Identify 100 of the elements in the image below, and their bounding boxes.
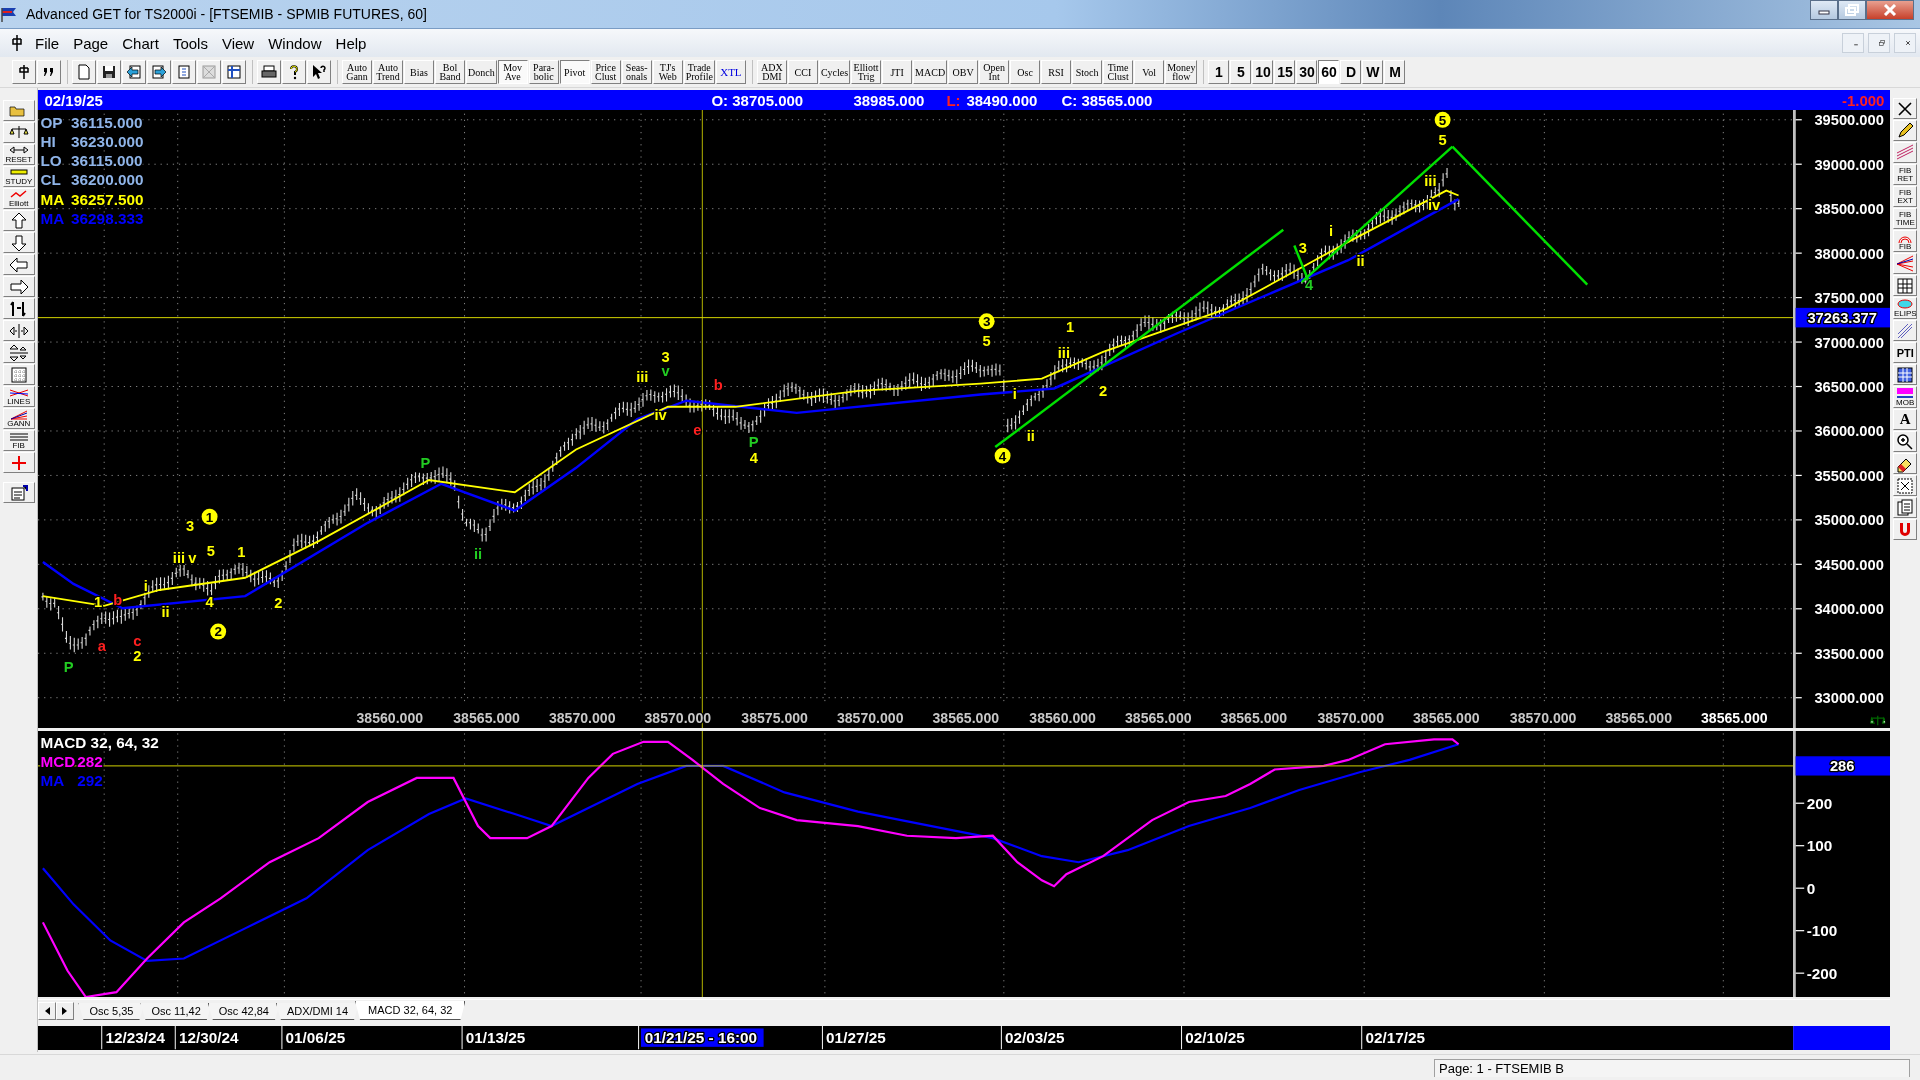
wave-label: i — [144, 578, 149, 595]
date-label: 02/10/25 — [1185, 1029, 1246, 1047]
text-button[interactable]: A — [1893, 409, 1918, 430]
indicator-button[interactable]: Pivot — [559, 60, 590, 84]
fib-arc-button[interactable]: FIB — [1893, 230, 1918, 252]
legend-label: MA — [40, 772, 65, 789]
date-label: 01/21/25 - 16:00 — [641, 1028, 765, 1047]
indicator-button[interactable]: Bol Band — [435, 60, 465, 84]
price-tick-label: 36000.000 — [1814, 423, 1885, 440]
wave-label: c — [133, 633, 142, 650]
pti-button[interactable]: PTI — [1893, 342, 1918, 363]
wave-label: e — [693, 421, 702, 438]
interval-button[interactable]: 60 — [1318, 60, 1340, 84]
menu-item[interactable]: View — [214, 32, 262, 54]
indicator-button[interactable]: Para- bolic — [528, 60, 559, 84]
study-button[interactable]: STUDY — [2, 166, 35, 187]
indicator-button[interactable]: Seas- onals — [621, 60, 652, 84]
study-button[interactable]: JTI — [882, 60, 913, 84]
indicator-title: MACD 32, 64, 32 — [40, 734, 160, 751]
fib-time-button[interactable]: FIB TIME — [1893, 208, 1918, 229]
indicator-button[interactable]: Mov Ave — [497, 60, 528, 84]
indicator-tab[interactable]: Osc 42,84 — [207, 1003, 280, 1020]
indicator-button[interactable]: Donch — [466, 60, 497, 84]
indicator-tab[interactable]: ADX/DMI 14 — [275, 1003, 360, 1020]
interval-button[interactable]: D — [1340, 60, 1362, 84]
study-button[interactable]: Stoch — [1072, 60, 1103, 84]
legend-value: 292 — [77, 772, 104, 789]
interval-button[interactable]: M — [1384, 60, 1406, 84]
window-title: Advanced GET for TS2000i - [FTSEMIB - SPMIB FUTURES, 60] — [26, 6, 427, 22]
indicator-button[interactable]: Auto Gann — [342, 60, 372, 84]
study-button[interactable]: Cycles — [818, 60, 851, 84]
indicator-tab[interactable]: Osc 11,42 — [140, 1003, 212, 1020]
study-button[interactable]: Osc — [1010, 60, 1041, 84]
indicator-button[interactable]: TJ's Web — [652, 60, 683, 84]
date-label: 02/03/25 — [1005, 1029, 1066, 1047]
interval-button[interactable]: 1 — [1208, 60, 1230, 84]
indicator-tick-label: 200 — [1807, 794, 1833, 812]
lines-button[interactable]: LINES — [2, 386, 35, 407]
price-tick-label: 36500.000 — [1814, 379, 1885, 395]
value-label: 38565.000 — [1605, 710, 1673, 727]
wave-label: ii — [161, 603, 170, 620]
study-button[interactable]: ADX DMI — [756, 60, 787, 84]
fib-ret-button[interactable]: FIB RET — [1893, 164, 1918, 185]
study-button[interactable]: CCI — [787, 60, 818, 84]
study-button[interactable]: Open Int — [979, 60, 1010, 84]
indicator-tick-label: 100 — [1807, 837, 1833, 855]
wave-label: iii — [1424, 172, 1437, 189]
value-label: 38570.000 — [837, 710, 904, 727]
study-button[interactable]: Time Clust — [1103, 60, 1134, 84]
wave-label: P — [749, 434, 760, 451]
date-label: 12/23/24 — [105, 1029, 166, 1047]
menu-item[interactable]: Page — [66, 32, 116, 54]
legend-value: 36115.000 — [71, 152, 144, 170]
interval-button[interactable]: 30 — [1296, 60, 1318, 84]
menu-item[interactable]: Window — [261, 32, 329, 54]
indicator-button[interactable]: XTL — [715, 60, 746, 84]
study-button[interactable]: MACD — [913, 60, 948, 84]
legend-label: MA — [40, 209, 65, 227]
study-button[interactable]: Elliott Trig — [851, 60, 882, 84]
value-label: 38565.000 — [933, 710, 1000, 727]
indicator-tab[interactable]: Osc 5,35 — [78, 1003, 145, 1020]
indicator-tick-label: 0 — [1807, 879, 1816, 897]
fib-button[interactable]: FIB — [2, 430, 35, 451]
interval-button[interactable]: 5 — [1230, 60, 1252, 84]
indicator-tick-label: -100 — [1807, 922, 1838, 940]
crosshair-value-badge: 286 — [1796, 756, 1891, 776]
wave-label: 1 — [237, 544, 246, 560]
mob-button[interactable]: MOB — [1893, 386, 1918, 408]
indicator-tab[interactable]: MACD 32, 64, 32 — [355, 1001, 466, 1020]
value-label: 38565.000 — [1413, 710, 1481, 727]
gann-button[interactable]: GANN — [2, 408, 35, 429]
ellipse-button[interactable]: ELIPS — [1893, 297, 1918, 319]
study-button[interactable]: RSI — [1041, 60, 1072, 84]
study-button[interactable]: OBV — [948, 60, 979, 84]
study-button[interactable]: Vol — [1134, 60, 1165, 84]
indicator-button[interactable]: Bias — [404, 60, 434, 84]
menu-item[interactable]: Help — [328, 32, 374, 54]
fib-ext-button[interactable]: FIB EXT — [1893, 186, 1918, 207]
menu-item[interactable]: Tools — [165, 32, 215, 54]
legend-value: 282 — [77, 753, 104, 771]
indicator-button[interactable]: Price Clust — [590, 60, 621, 84]
wave-label: P — [64, 658, 74, 675]
elliott-button[interactable]: Elliott — [2, 188, 35, 209]
high-price: 38985.000 — [853, 91, 926, 109]
menu-item[interactable]: File — [28, 32, 67, 54]
reset-button[interactable]: RESET — [2, 144, 35, 165]
interval-button[interactable]: W — [1362, 60, 1384, 84]
price-tick-label: 39500.000 — [1814, 112, 1885, 129]
indicator-button[interactable]: Auto Trend — [373, 60, 403, 84]
wave-label: ii — [474, 546, 483, 563]
interval-button[interactable]: 10 — [1252, 60, 1274, 84]
value-label: 38560.000 — [356, 710, 424, 727]
interval-button[interactable]: 15 — [1274, 60, 1296, 84]
indicator-button[interactable]: Trade Profile — [683, 60, 715, 84]
value-label: 38570.000 — [549, 710, 616, 727]
study-button[interactable]: Money flow — [1165, 60, 1198, 84]
wave-label: iii — [173, 550, 186, 567]
menu-item[interactable]: Chart — [115, 32, 166, 54]
wave-label: P — [420, 454, 431, 471]
legend-label: HI — [40, 133, 57, 151]
